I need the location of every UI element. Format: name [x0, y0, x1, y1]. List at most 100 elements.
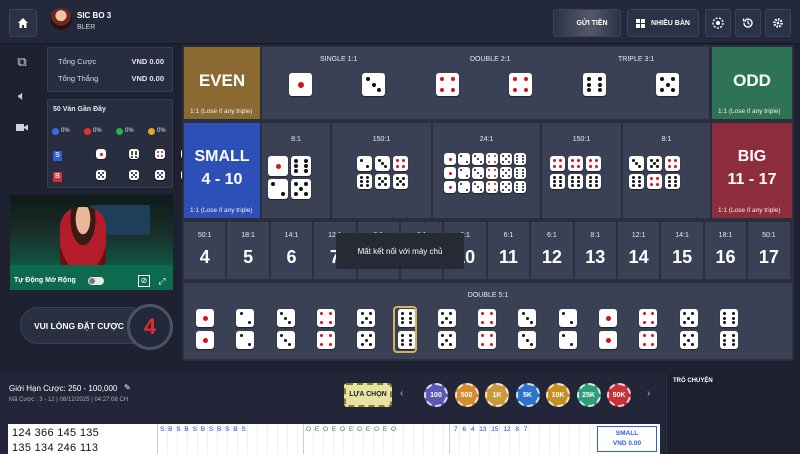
- bet-total-15[interactable]: 14:1 15: [660, 221, 704, 280]
- bet-total-16[interactable]: 18:1 16: [703, 221, 748, 280]
- chip-5k[interactable]: 5K: [515, 383, 540, 407]
- history-stats: 0% 0% 0% 0%: [52, 128, 170, 136]
- bet-total-4[interactable]: 50:1 4: [183, 221, 227, 280]
- mute-video-icon[interactable]: ⊘: [138, 275, 150, 287]
- total-bet-label: Tổng Cược: [58, 57, 97, 66]
- sound-button[interactable]: 🔈︎: [8, 82, 36, 110]
- top-die: [656, 73, 679, 96]
- mid-die: [375, 174, 390, 189]
- chip-10k[interactable]: 10K: [546, 383, 570, 407]
- total-odds: 18:1: [241, 232, 255, 239]
- double-label: DOUBLE 2:1: [470, 56, 511, 63]
- total-win-label: Tổng Thắng: [58, 74, 99, 83]
- bet-odd[interactable]: ODD 1:1 (Lose if any triple): [711, 46, 793, 120]
- bet-total-12[interactable]: 6:1 12: [530, 221, 574, 280]
- history-die: [155, 170, 165, 180]
- pair-die: [437, 331, 456, 349]
- multi-table-button[interactable]: NHIỀU BÀN: [627, 9, 699, 37]
- total-odds: 50:1: [762, 232, 776, 239]
- road-row-2: 135 134 246 113: [12, 442, 99, 454]
- sb-road: S B S B S B S B S B S: [157, 424, 302, 454]
- chip-25k[interactable]: 25K: [576, 383, 601, 407]
- mid-die: [514, 181, 526, 193]
- camera-icon: [16, 123, 28, 131]
- mid-die: [647, 156, 662, 171]
- stat-yellow: 0%: [157, 128, 166, 134]
- total-number: 14: [628, 247, 649, 267]
- countdown-timer: 4: [127, 304, 173, 350]
- history-die: [129, 170, 139, 180]
- mid-die: [500, 167, 512, 179]
- bet-big[interactable]: BIG 11 - 17 1:1 (Lose if any triple): [711, 122, 793, 219]
- dealer-avatar: [50, 8, 72, 30]
- single-label: SINGLE 1:1: [320, 56, 358, 63]
- chip-500[interactable]: 500: [454, 383, 479, 407]
- road-summary: SMALL VND 0.00: [597, 426, 657, 452]
- chevron-left-icon[interactable]: ‹: [400, 388, 403, 399]
- total-number: 12: [541, 247, 562, 267]
- chip-settings-button[interactable]: [705, 9, 731, 37]
- bet-total-14[interactable]: 12:1 14: [617, 221, 661, 280]
- stat-blue: 0%: [61, 128, 70, 134]
- chevron-right-icon[interactable]: ›: [647, 388, 650, 399]
- translate-button[interactable]: ⧉: [8, 48, 36, 76]
- mid-die: [550, 174, 565, 189]
- pair-die: [357, 309, 376, 327]
- chip-50k[interactable]: 50K: [607, 383, 631, 407]
- bet-limits: Giới Hạn Cược: 250 - 100,000: [9, 384, 118, 393]
- mid-die: [665, 156, 680, 171]
- odd-label: ODD: [733, 71, 771, 90]
- fullscreen-icon[interactable]: ⤢: [156, 275, 168, 287]
- bet-small[interactable]: SMALL 4 - 10 1:1 (Lose if any triple): [183, 122, 261, 219]
- bet-total-6[interactable]: 14:1 6: [269, 221, 314, 280]
- even-label: EVEN: [198, 71, 246, 90]
- deposit-button[interactable]: GỬI TIỀN: [553, 9, 621, 37]
- mid-die: [500, 153, 512, 165]
- pair-die: [478, 331, 497, 349]
- road-row-1: 124 366 145 135: [12, 427, 100, 439]
- select-chip-button[interactable]: LỰA CHỌN: [344, 383, 392, 407]
- triple-label: TRIPLE 3:1: [618, 56, 655, 63]
- yellow-dot: [148, 128, 155, 135]
- live-video[interactable]: Tự Động Mở Rộng ⊘ ⤢: [10, 195, 173, 290]
- mid-die: [568, 156, 583, 171]
- home-button[interactable]: [9, 9, 37, 37]
- bet-total-13[interactable]: 8:1 13: [573, 221, 617, 280]
- mid-die: [472, 167, 484, 179]
- total-odds: 12:1: [631, 232, 646, 239]
- total-number: 15: [672, 247, 693, 267]
- mid-die: [458, 167, 470, 179]
- edit-limits-icon[interactable]: ✎: [124, 383, 131, 392]
- total-number: 5: [243, 247, 254, 267]
- mid-die: [514, 167, 526, 179]
- odd-note: 1:1 (Lose if any triple): [718, 108, 781, 115]
- mid-odds-2: 150:1: [372, 136, 391, 143]
- bet-total-17[interactable]: 50:1 17: [747, 221, 791, 280]
- settings-button[interactable]: [765, 9, 791, 37]
- pair-die: [276, 309, 295, 327]
- mid-die: [629, 174, 644, 189]
- video-button[interactable]: [8, 113, 36, 141]
- pair-die: [316, 309, 335, 327]
- bet-even[interactable]: EVEN 1:1 (Lose if any triple): [183, 46, 261, 120]
- bet-total-11[interactable]: 6:1 11: [486, 221, 531, 280]
- small-label: SMALL: [194, 148, 250, 165]
- mid-die: [550, 156, 565, 171]
- bet-total-5[interactable]: 18:1 5: [226, 221, 270, 280]
- history-button[interactable]: [735, 9, 761, 37]
- chip-100[interactable]: 100: [424, 383, 448, 407]
- history-die: [96, 149, 106, 159]
- single-double-triple-area: SINGLE 1:1 DOUBLE 2:1 TRIPLE 3:1: [261, 46, 710, 120]
- mid-die: [458, 153, 470, 165]
- pair-die: [558, 309, 577, 327]
- mid-die: [268, 156, 288, 176]
- speaker-icon: 🔈︎: [18, 88, 26, 103]
- total-number: 11: [498, 247, 518, 267]
- total-number: 13: [585, 247, 606, 267]
- mid-die: [268, 179, 288, 199]
- chip-1k[interactable]: 1K: [485, 383, 509, 407]
- selected-pair-highlight[interactable]: [393, 306, 417, 353]
- top-die: [289, 73, 312, 96]
- mid-die: [629, 156, 644, 171]
- auto-expand-toggle[interactable]: [88, 277, 104, 285]
